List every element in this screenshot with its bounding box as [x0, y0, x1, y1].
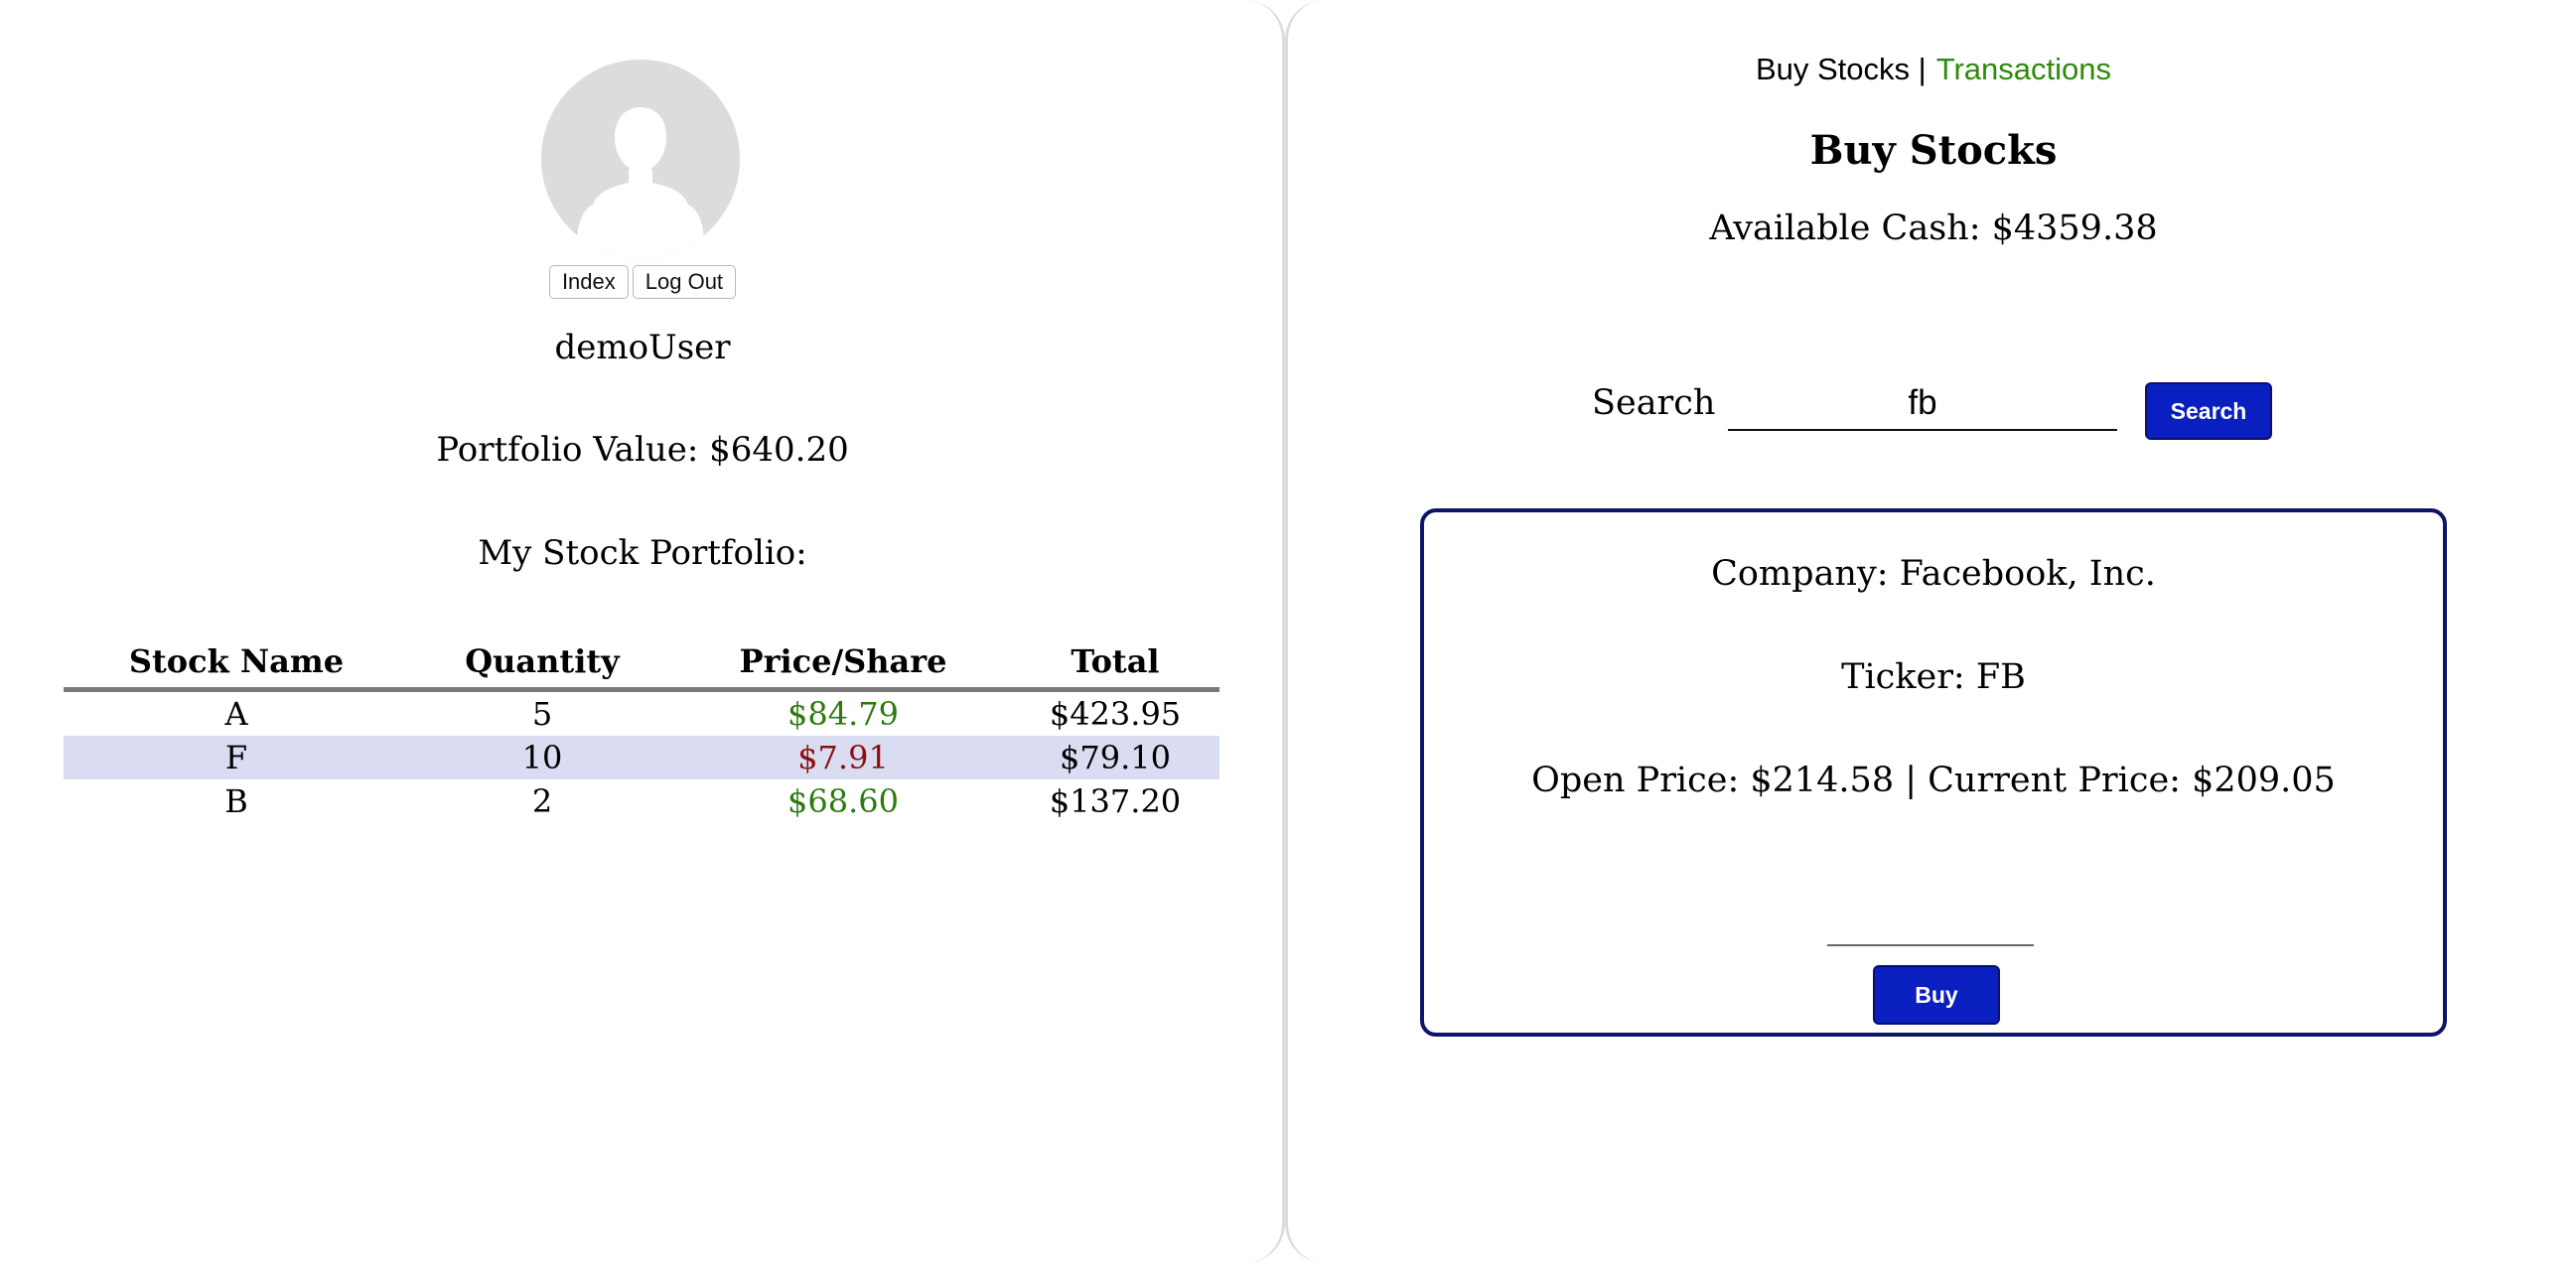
ticker: Ticker: FB — [1841, 657, 2026, 697]
quantity-input[interactable] — [1827, 905, 2034, 946]
search-button[interactable]: Search — [2145, 382, 2272, 440]
username: demoUser — [554, 328, 731, 367]
cell-stock-name: F — [64, 736, 409, 779]
cell-price: $84.79 — [787, 695, 899, 733]
logout-button[interactable]: Log Out — [632, 265, 737, 299]
header-price-share: Price/Share — [675, 635, 1011, 692]
portfolio-title: My Stock Portfolio: — [478, 533, 807, 573]
cell-stock-name: A — [224, 695, 248, 733]
cell-quantity: 5 — [531, 695, 553, 733]
buy-stocks-panel: Buy Stocks | Transactions Buy Stocks Avai… — [1285, 0, 2576, 1263]
nav-transactions-link[interactable]: Transactions — [1936, 52, 2111, 86]
table-row: F 10 $7.91 $79.10 — [64, 736, 1219, 779]
price-info: Open Price: $214.58 | Current Price: $20… — [1531, 761, 2336, 800]
stock-result-card: Company: Facebook, Inc. Ticker: FB Open … — [1420, 508, 2447, 1037]
header-total: Total — [1011, 635, 1219, 692]
portfolio-value: Portfolio Value: $640.20 — [436, 430, 849, 470]
portfolio-table-wrap: Stock Name Quantity Price/Share Total A … — [64, 635, 1219, 823]
cell-quantity: 10 — [409, 736, 675, 779]
cell-stock-name: B — [224, 782, 248, 820]
header-quantity: Quantity — [409, 635, 675, 692]
buy-button[interactable]: Buy — [1873, 965, 2000, 1025]
profile-nav-buttons: Index Log Out — [0, 265, 1285, 299]
top-nav: Buy Stocks | Transactions — [1288, 52, 2576, 87]
table-row: A 5 $84.79 $423.95 — [64, 690, 1219, 737]
profile-panel: Index Log Out demoUser Portfolio Value: … — [0, 0, 1285, 1263]
cell-price: $68.60 — [787, 782, 899, 820]
cell-total: $79.10 — [1011, 736, 1219, 779]
cell-total: $423.95 — [1049, 695, 1182, 733]
available-cash: Available Cash: $4359.38 — [1709, 209, 2158, 248]
index-button[interactable]: Index — [548, 265, 629, 299]
user-silhouette-icon — [541, 60, 740, 258]
company-name: Company: Facebook, Inc. — [1711, 554, 2156, 594]
portfolio-table: Stock Name Quantity Price/Share Total A … — [64, 635, 1219, 823]
cell-price: $7.91 — [675, 736, 1011, 779]
table-row: B 2 $68.60 $137.20 — [64, 779, 1219, 823]
cell-quantity: 2 — [531, 782, 553, 820]
search-input[interactable] — [1728, 377, 2117, 431]
cell-total: $137.20 — [1049, 782, 1182, 820]
header-stock-name: Stock Name — [64, 635, 409, 692]
table-header-row: Stock Name Quantity Price/Share Total — [64, 635, 1219, 692]
app: Index Log Out demoUser Portfolio Value: … — [0, 0, 2576, 1263]
page-title: Buy Stocks — [1809, 127, 2058, 174]
search-label: Search — [1592, 383, 1716, 423]
nav-buy-stocks[interactable]: Buy Stocks | — [1756, 52, 1927, 86]
